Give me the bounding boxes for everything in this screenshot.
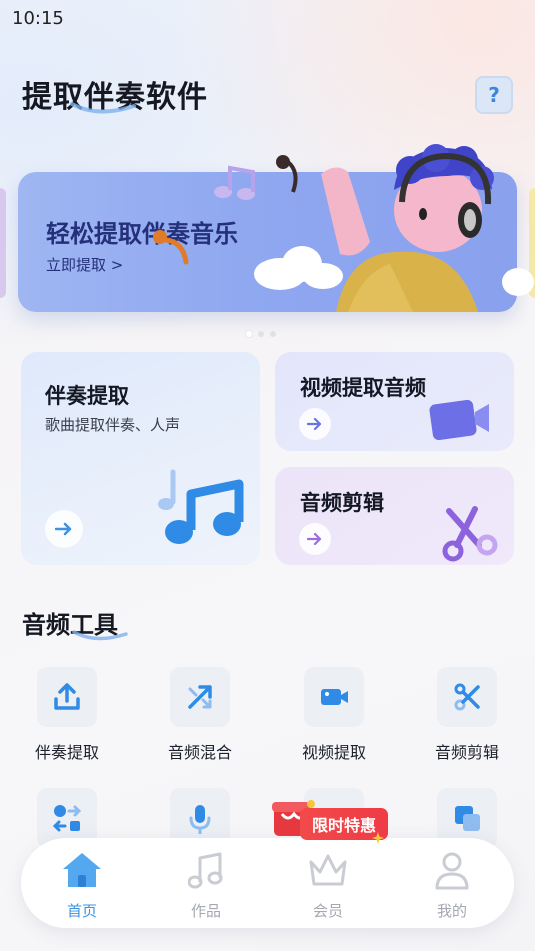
status-time: 10:15 (12, 8, 64, 29)
nav-item-mine[interactable]: 我的 (412, 848, 492, 921)
music-note-icon (158, 469, 244, 544)
nav-label: 首页 (66, 902, 97, 920)
carousel-dot (270, 331, 276, 337)
user-icon (412, 848, 492, 892)
home-icon (42, 848, 122, 892)
tool-audio-edit[interactable]: 音频剪辑 (407, 667, 527, 763)
video-camera-icon (304, 667, 364, 727)
feature-card-title: 音频剪辑 (300, 491, 384, 515)
carousel-dot (258, 331, 264, 337)
carousel-indicator (246, 331, 276, 337)
tool-label: 伴奏提取 (34, 743, 99, 762)
arrow-right-icon[interactable] (299, 523, 331, 555)
banner-music-note-icon (153, 155, 298, 265)
banner-character-illustration (153, 144, 534, 312)
feature-card-subtitle: 歌曲提取伴奏、人声 (45, 416, 181, 434)
tool-video-extract[interactable]: 视频提取 (274, 667, 394, 763)
tool-label: 视频提取 (301, 743, 366, 762)
shuffle-icon (170, 667, 230, 727)
banner-card[interactable]: 轻松提取伴奏音乐 立即提取 > (18, 144, 534, 312)
tool-accompaniment-extract[interactable]: 伴奏提取 (7, 667, 127, 763)
banner-character (321, 144, 494, 312)
tool-label: 音频剪辑 (434, 743, 499, 762)
feature-card-video-extract[interactable]: 视频提取音频 (275, 352, 514, 451)
video-camera-icon (429, 399, 489, 441)
nav-item-vip[interactable]: 会员 (288, 848, 368, 921)
section-swoosh-decoration (72, 630, 128, 641)
arrow-right-icon[interactable] (45, 510, 83, 548)
crown-icon (288, 848, 368, 892)
upload-icon (37, 667, 97, 727)
title-swoosh-decoration (70, 102, 136, 114)
nav-item-works[interactable]: 作品 (166, 848, 246, 921)
nav-label: 会员 (312, 902, 343, 920)
music-note-icon (166, 848, 246, 892)
arrow-right-icon[interactable] (299, 408, 331, 440)
scissors-icon (442, 506, 498, 562)
tool-label: 音频混合 (167, 743, 232, 762)
feature-card-accompaniment[interactable]: 伴奏提取 歌曲提取伴奏、人声 (21, 352, 260, 565)
feature-card-title: 伴奏提取 (45, 384, 129, 408)
nav-label: 作品 (190, 902, 221, 920)
feature-card-title: 视频提取音频 (300, 376, 426, 400)
banner-prev-peek (0, 188, 6, 298)
bottom-nav: 首页 作品 会员 我的 (21, 838, 514, 928)
nav-item-home[interactable]: 首页 (42, 848, 122, 921)
tool-audio-mix[interactable]: 音频混合 (140, 667, 260, 763)
scissors-icon (437, 667, 497, 727)
carousel-dot-active (246, 331, 252, 337)
help-button[interactable]: ? (475, 76, 513, 114)
nav-label: 我的 (436, 902, 467, 920)
feature-card-audio-edit[interactable]: 音频剪辑 (275, 467, 514, 565)
sparkle-icon (372, 832, 384, 844)
promo-badge[interactable]: 限时特惠 (268, 790, 393, 850)
